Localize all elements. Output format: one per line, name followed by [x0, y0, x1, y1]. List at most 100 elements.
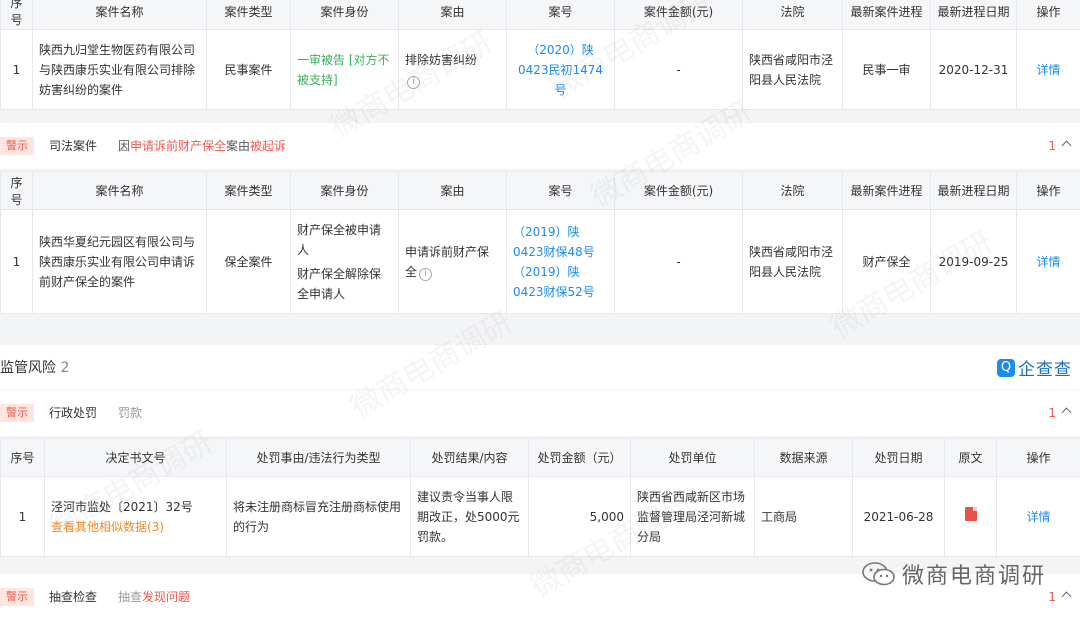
penalty-amount: 5,000	[528, 476, 631, 557]
col-amount: 案件金额(元)	[614, 0, 743, 30]
col-original: 原文	[944, 438, 997, 477]
section-title: 行政处罚	[49, 406, 98, 420]
col-progress-date: 最新进程日期	[930, 0, 1017, 30]
penalty-result: 建议责令当事人限期改正，处5000元罚款。	[410, 476, 529, 557]
regulatory-count: 2	[60, 360, 70, 376]
chevron-up-icon[interactable]	[1061, 140, 1072, 151]
progress-date: 2020-12-31	[930, 29, 1017, 110]
table-row: 1 陕西九归堂生物医药有限公司与陕西康乐实业有限公司排除妨害纠纷的案件 民事案件…	[0, 29, 1080, 110]
col-case-name: 案件名称	[32, 171, 207, 210]
col-index: 序号	[0, 171, 33, 210]
warning-badge: 警示	[0, 137, 34, 155]
case-role-main: 一审被告	[297, 52, 346, 67]
court: 陕西省咸阳市泾阳县人民法院	[742, 29, 843, 110]
desc-prefix: 抽查	[118, 590, 143, 604]
desc-red: 发现问题	[142, 590, 191, 604]
case-type: 保全案件	[206, 209, 291, 314]
row-index: 1	[0, 209, 33, 314]
detail-link[interactable]: 详情	[996, 476, 1080, 557]
wechat-watermark: 微商电商调研	[862, 558, 1046, 590]
penalty-unit: 陕西省西咸新区市场监督管理局泾河新城分局	[630, 476, 755, 557]
section-count: 1	[1048, 406, 1056, 420]
col-court: 法院	[742, 0, 843, 30]
desc-mid: 案由	[226, 139, 251, 153]
info-icon[interactable]: i	[407, 75, 420, 89]
admin-penalty-section-header[interactable]: 警示 行政处罚 罚款 1	[0, 390, 1080, 436]
col-index: 序号	[0, 438, 45, 477]
case-number-link-2[interactable]: （2019）陕0423财保52号	[513, 262, 608, 302]
section-desc: 抽查发现问题	[118, 588, 190, 606]
case-amount: -	[614, 29, 743, 110]
col-source: 数据来源	[754, 438, 853, 477]
col-case-role: 案件身份	[290, 171, 399, 210]
col-unit: 处罚单位	[630, 438, 755, 477]
section-title: 抽查检查	[49, 590, 98, 604]
regulatory-title: 监管风险 2	[0, 357, 69, 377]
col-case-no: 案号	[506, 0, 615, 30]
case-name: 陕西华夏纪元园区有限公司与陕西康乐实业有限公司申请诉前财产保全的案件	[32, 209, 207, 314]
table-header-row: 序号 案件名称 案件类型 案件身份 案由 案号 案件金额(元) 法院 最新案件进…	[0, 171, 1080, 210]
col-case-type: 案件类型	[206, 0, 291, 30]
desc-red-2: 被起诉	[250, 139, 287, 153]
table-header-row: 序号 决定书文号 处罚事由/违法行为类型 处罚结果/内容 处罚金额（元） 处罚单…	[0, 438, 1080, 477]
case-type: 民事案件	[206, 29, 291, 110]
case-name: 陕西九归堂生物医药有限公司与陕西康乐实业有限公司排除妨害纠纷的案件	[32, 29, 207, 110]
col-case-role: 案件身份	[290, 0, 399, 30]
col-result: 处罚结果/内容	[410, 438, 529, 477]
qcc-logo: Q 企查查	[997, 355, 1072, 380]
col-progress-date: 最新进程日期	[930, 171, 1017, 210]
section-desc: 因申请诉前财产保全案由被起诉	[118, 137, 286, 155]
case-cause-text: 排除妨害纠纷	[405, 52, 478, 67]
case-number: （2019）陕0423财保48号 （2019）陕0423财保52号	[506, 209, 615, 314]
section-count: 1	[1048, 139, 1056, 153]
desc-prefix: 因	[118, 139, 131, 153]
col-court: 法院	[742, 171, 843, 210]
pdf-icon[interactable]	[964, 506, 977, 521]
warning-badge: 警示	[0, 404, 34, 422]
col-index: 序号	[0, 0, 33, 30]
col-case-name: 案件名称	[32, 0, 207, 30]
info-icon[interactable]: i	[419, 267, 433, 281]
qcc-logo-text: 企查查	[1018, 360, 1072, 380]
section-desc: 罚款	[118, 406, 143, 420]
col-cause: 案由	[398, 171, 507, 210]
col-amount: 处罚金额（元）	[528, 438, 631, 477]
table-row: 1 泾河市监处〔2021〕32号 查看其他相似数据(3) 将未注册商标冒充注册商…	[0, 476, 1080, 557]
penalty-reason: 将未注册商标冒充注册商标使用的行为	[226, 476, 411, 557]
case-role-2: 财产保全解除保全申请人	[297, 266, 382, 301]
col-progress: 最新案件进程	[842, 0, 931, 30]
section-count: 1	[1048, 590, 1056, 604]
case-number-link[interactable]: （2020）陕0423民初1474号	[518, 43, 603, 97]
section-title: 司法案件	[49, 139, 98, 153]
doc-number-text: 泾河市监处〔2021〕32号	[51, 499, 193, 514]
case-cause-text: 申请诉前财产保全	[405, 244, 490, 279]
original-doc	[944, 476, 997, 557]
data-source: 工商局	[754, 476, 853, 557]
table-header-row: 序号 案件名称 案件类型 案件身份 案由 案号 案件金额(元) 法院 最新案件进…	[0, 0, 1080, 30]
col-action: 操作	[1016, 0, 1080, 30]
col-case-no: 案号	[506, 171, 615, 210]
col-case-type: 案件类型	[206, 171, 291, 210]
col-progress: 最新案件进程	[842, 171, 931, 210]
col-action: 操作	[1016, 171, 1080, 210]
col-cause: 案由	[398, 0, 507, 30]
detail-link[interactable]: 详情	[1016, 209, 1080, 314]
case-number: （2020）陕0423民初1474号	[506, 29, 615, 110]
case-role-1: 财产保全被申请人	[297, 222, 382, 257]
chevron-up-icon[interactable]	[1061, 591, 1072, 602]
similar-data-link[interactable]: 查看其他相似数据(3)	[51, 517, 220, 537]
penalty-date: 2021-06-28	[852, 476, 945, 557]
chevron-up-icon[interactable]	[1061, 407, 1072, 418]
detail-link[interactable]: 详情	[1016, 29, 1080, 110]
wechat-account-name: 微商电商调研	[901, 564, 1046, 589]
progress-date: 2019-09-25	[930, 209, 1017, 314]
case-number-link-1[interactable]: （2019）陕0423财保48号	[513, 222, 608, 262]
wechat-icon	[862, 562, 895, 586]
col-reason: 处罚事由/违法行为类型	[226, 438, 411, 477]
warning-badge: 警示	[0, 588, 34, 606]
case-cause: 申请诉前财产保全 i	[398, 209, 507, 314]
judicial-section-header[interactable]: 警示 司法案件 因申请诉前财产保全案由被起诉 1	[0, 123, 1080, 169]
col-date: 处罚日期	[852, 438, 945, 477]
col-doc-no: 决定书文号	[44, 438, 227, 477]
regulatory-title-text: 监管风险	[0, 360, 56, 376]
